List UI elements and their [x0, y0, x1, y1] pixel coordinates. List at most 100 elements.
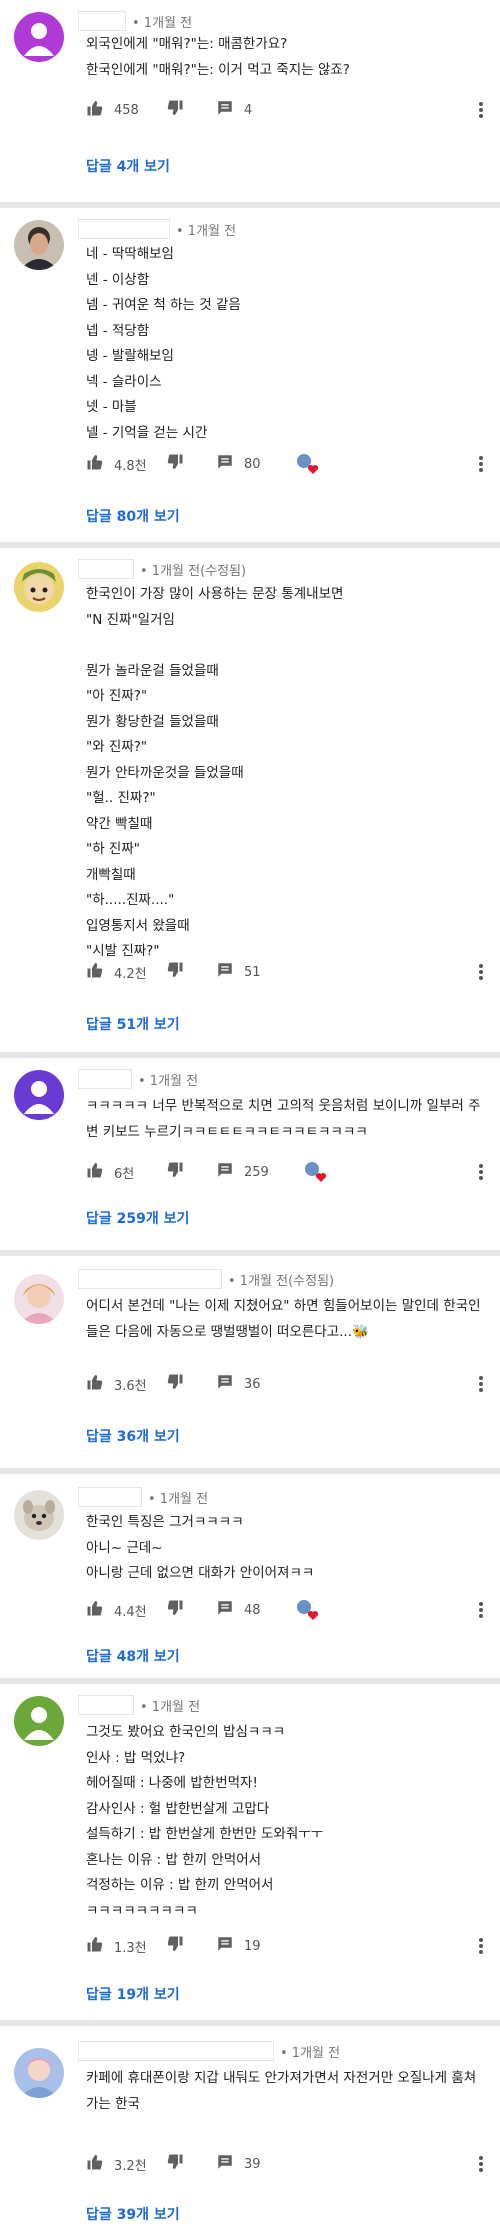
view-replies-link[interactable]: 답글 51개 보기: [86, 1014, 180, 1034]
comment-time: • 1개월 전: [280, 2045, 341, 2061]
comment-text: 네 - 딱딱해보임 넨 - 이상함 넴 - 귀여운 척 하는 것 같음 넵 - …: [86, 246, 241, 441]
thumbs-up-icon[interactable]: [86, 2153, 104, 2175]
thumbs-up-icon[interactable]: [86, 1373, 104, 1395]
author-name-redacted[interactable]: [78, 1487, 142, 1507]
comment-actions: 4.2천 51: [86, 960, 261, 984]
avatar[interactable]: [14, 1274, 64, 1324]
avatar[interactable]: [14, 220, 64, 270]
comment-actions: 4.4천 48: [86, 1598, 323, 1622]
comment-card: • 1개월 전 외국인에게 "매워?"는: 매콤한가요? 한국인에게 "매워?"…: [0, 0, 500, 202]
comment-meta: • 1개월 전(수정됨): [78, 1268, 334, 1290]
view-replies-link[interactable]: 답글 80개 보기: [86, 506, 180, 526]
view-replies-link[interactable]: 답글 259개 보기: [86, 1208, 189, 1228]
thumbs-down-icon[interactable]: [166, 1935, 184, 1957]
thumbs-up-icon[interactable]: [86, 99, 104, 121]
more-vert-icon[interactable]: [478, 962, 484, 982]
comment-card: • 1개월 전 카페에 휴대폰이랑 지갑 내둬도 안가져가면서 자전거만 오질나…: [0, 2026, 500, 2240]
thumbs-down-icon[interactable]: [166, 1599, 184, 1621]
comment-text: 어디서 본건데 "나는 이제 지쳤어요" 하면 힘들어보이는 말인데 한국인들은…: [86, 1298, 481, 1340]
author-name-redacted[interactable]: [78, 559, 134, 579]
comment-meta: • 1개월 전: [78, 1694, 200, 1716]
reply-count: 39: [244, 2156, 261, 2172]
author-name-redacted[interactable]: [78, 219, 170, 239]
comment-time: • 1개월 전: [132, 15, 193, 31]
thumbs-up-icon[interactable]: [86, 961, 104, 983]
comment-time: • 1개월 전: [138, 1073, 199, 1089]
comment-time: • 1개월 전: [176, 223, 237, 239]
reply-icon[interactable]: [216, 1599, 234, 1621]
comment-card: • 1개월 전 네 - 딱딱해보임 넨 - 이상함 넴 - 귀여운 척 하는 것…: [0, 208, 500, 542]
view-replies-link[interactable]: 답글 39개 보기: [86, 2204, 180, 2224]
reply-count: 36: [244, 1376, 261, 1392]
comment-meta: • 1개월 전: [78, 10, 192, 32]
avatar-image: [14, 1696, 64, 1746]
reply-icon[interactable]: [216, 961, 234, 983]
comment-time: • 1개월 전: [140, 1699, 201, 1715]
avatar[interactable]: [14, 1696, 64, 1746]
reply-icon[interactable]: [216, 99, 234, 121]
comment-text: 카페에 휴대폰이랑 지갑 내둬도 안가져가면서 자전거만 오질나게 훔쳐가는 한…: [86, 2070, 477, 2112]
thumbs-up-icon[interactable]: [86, 453, 104, 475]
author-name-redacted[interactable]: [78, 11, 126, 31]
view-replies-link[interactable]: 답글 48개 보기: [86, 1646, 180, 1666]
author-name-redacted[interactable]: [78, 1269, 222, 1289]
thumbs-down-icon[interactable]: [166, 1373, 184, 1395]
thumbs-up-icon[interactable]: [86, 1161, 104, 1183]
comment-meta: • 1개월 전: [78, 218, 236, 240]
more-vert-icon[interactable]: [478, 1162, 484, 1182]
like-count: 4.2천: [114, 966, 147, 982]
comment-actions: 6천 259: [86, 1160, 331, 1184]
comment-meta: • 1개월 전: [78, 1068, 198, 1090]
reply-icon[interactable]: [216, 2153, 234, 2175]
comment-time: • 1개월 전: [148, 1491, 209, 1507]
creator-heart-icon: [295, 1599, 323, 1621]
more-vert-icon[interactable]: [478, 1600, 484, 1620]
comment-actions: 4.8천 80: [86, 452, 323, 476]
reply-icon[interactable]: [216, 1161, 234, 1183]
comment-text: 그것도 봤어요 한국인의 밥심ㅋㅋㅋ 인사 : 밥 먹었냐? 헤어질때 : 나중…: [86, 1724, 324, 1919]
avatar[interactable]: [14, 2048, 64, 2098]
view-replies-link[interactable]: 답글 4개 보기: [86, 156, 170, 176]
more-vert-icon[interactable]: [478, 1936, 484, 1956]
comment-time: • 1개월 전(수정됨): [228, 1273, 335, 1289]
avatar[interactable]: [14, 1490, 64, 1540]
avatar-image: [14, 562, 64, 612]
creator-heart-icon: [303, 1161, 331, 1183]
view-replies-link[interactable]: 답글 36개 보기: [86, 1426, 180, 1446]
reply-count: 48: [244, 1602, 261, 1618]
reply-count: 51: [244, 964, 261, 980]
more-vert-icon[interactable]: [478, 1374, 484, 1394]
view-replies-link[interactable]: 답글 19개 보기: [86, 1984, 180, 2004]
more-vert-icon[interactable]: [478, 2154, 484, 2174]
thumbs-up-icon[interactable]: [86, 1935, 104, 1957]
thumbs-down-icon[interactable]: [166, 99, 184, 121]
reply-count: 19: [244, 1938, 261, 1954]
avatar-image: [14, 220, 64, 270]
comment-card: • 1개월 전(수정됨) 어디서 본건데 "나는 이제 지쳤어요" 하면 힘들어…: [0, 1256, 500, 1468]
thumbs-up-icon[interactable]: [86, 1599, 104, 1621]
thumbs-down-icon[interactable]: [166, 1161, 184, 1183]
avatar-image: [14, 1274, 64, 1324]
comment-card: • 1개월 전 ㅋㅋㅋㅋㅋ 너무 반복적으로 치면 고의적 웃음처럼 보이니까 …: [0, 1058, 500, 1250]
reply-icon[interactable]: [216, 1935, 234, 1957]
author-name-redacted[interactable]: [78, 1069, 132, 1089]
reply-icon[interactable]: [216, 453, 234, 475]
more-vert-icon[interactable]: [478, 454, 484, 474]
avatar-image: [14, 1490, 64, 1540]
author-name-redacted[interactable]: [78, 1695, 134, 1715]
comment-meta: • 1개월 전: [78, 1486, 208, 1508]
thumbs-down-icon[interactable]: [166, 453, 184, 475]
more-vert-icon[interactable]: [478, 100, 484, 120]
author-name-redacted[interactable]: [78, 2041, 274, 2061]
comment-actions: 3.6천 36: [86, 1372, 261, 1396]
like-count: 4.4천: [114, 1604, 147, 1620]
comment-card: • 1개월 전 한국인 특징은 그거ㅋㅋㅋㅋ 아니~ 근데~ 아니랑 근데 없으…: [0, 1474, 500, 1678]
thumbs-down-icon[interactable]: [166, 961, 184, 983]
comment-text: 한국인 특징은 그거ㅋㅋㅋㅋ 아니~ 근데~ 아니랑 근데 없으면 대화가 안이…: [86, 1514, 315, 1581]
avatar[interactable]: [14, 562, 64, 612]
avatar[interactable]: [14, 12, 64, 62]
comment-card: • 1개월 전 그것도 봤어요 한국인의 밥심ㅋㅋㅋ 인사 : 밥 먹었냐? 헤…: [0, 1684, 500, 2020]
avatar[interactable]: [14, 1070, 64, 1120]
reply-icon[interactable]: [216, 1373, 234, 1395]
thumbs-down-icon[interactable]: [166, 2153, 184, 2175]
